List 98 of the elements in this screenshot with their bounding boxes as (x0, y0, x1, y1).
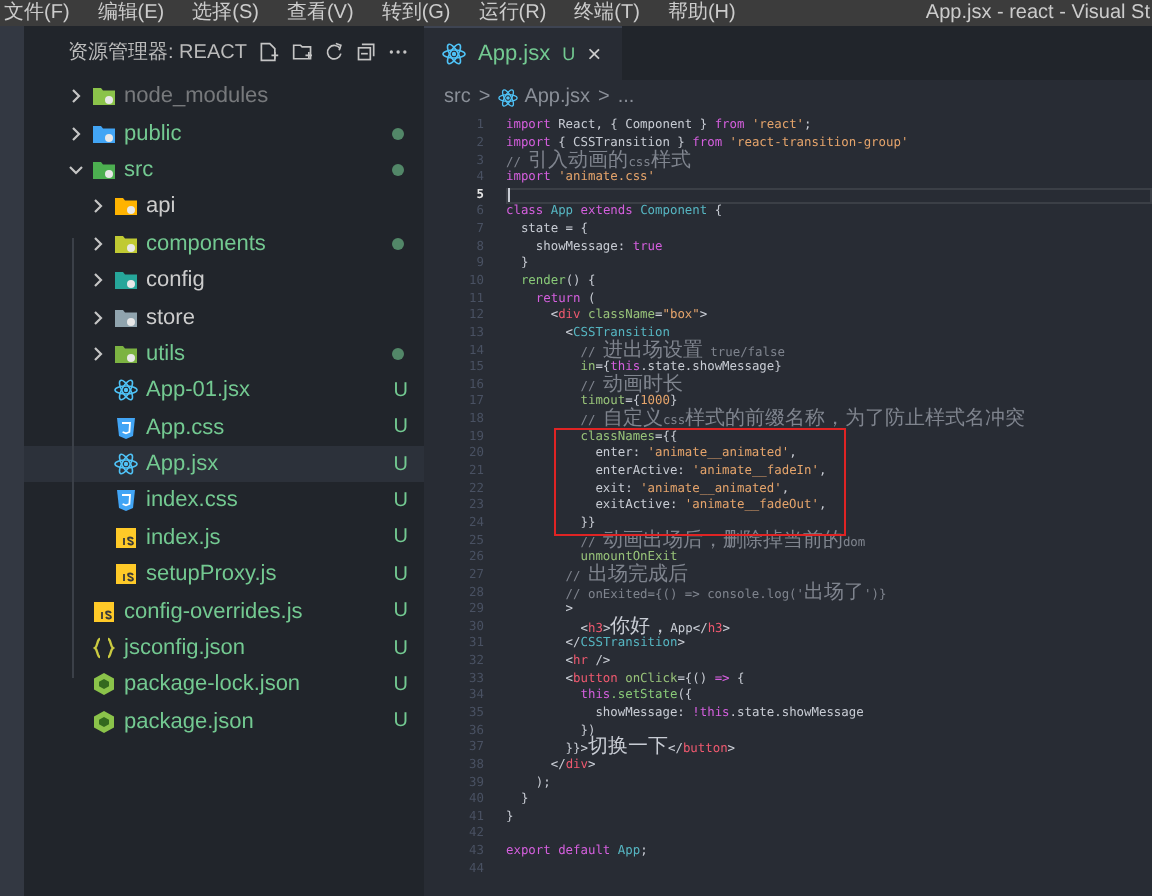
menu-item[interactable]: 帮助(H) (667, 1, 736, 25)
git-status: U (393, 600, 408, 623)
chevron-icon[interactable] (68, 88, 84, 105)
file-tree-item[interactable]: App.jsx U (24, 445, 424, 483)
explorer-title: 资源管理器: REACT (68, 40, 247, 66)
file-tree-item[interactable]: public (24, 114, 424, 152)
file-tree-item[interactable]: index.css U (24, 482, 424, 520)
chevron-icon[interactable] (90, 198, 106, 215)
file-name: index.js (146, 525, 221, 550)
file-tree-item[interactable]: config (24, 261, 424, 299)
git-status: U (393, 673, 408, 696)
refresh-icon[interactable] (323, 40, 344, 64)
git-status: U (393, 489, 408, 512)
file-name: node_modules (124, 84, 269, 109)
new-folder-icon[interactable] (291, 40, 312, 64)
chevron-icon[interactable] (90, 309, 106, 326)
file-tree-item[interactable]: src (24, 151, 424, 189)
git-status: U (393, 453, 408, 476)
file-tree-item[interactable]: jsconfig.json U (24, 629, 424, 667)
file-tree-item[interactable]: utils (24, 335, 424, 373)
folder-icon (114, 194, 138, 219)
hexagon-icon (92, 709, 116, 734)
file-tree-item[interactable]: App.css U (24, 409, 424, 446)
file-tree-item[interactable]: config-overrides.js U (24, 592, 424, 630)
git-status: U (562, 44, 576, 64)
git-status: U (393, 416, 408, 439)
file-name: utils (146, 341, 186, 366)
file-name: components (146, 231, 266, 256)
breadcrumb[interactable]: src (444, 86, 471, 108)
file-tree-item[interactable]: App-01.jsx U (24, 372, 424, 410)
file-name: package.json (124, 709, 254, 734)
menu-item[interactable]: 运行(R) (478, 1, 547, 25)
chevron-icon[interactable] (90, 272, 106, 289)
folder-icon (114, 231, 138, 256)
file-tree-item[interactable]: node_modules (24, 78, 424, 115)
file-name: store (146, 305, 195, 330)
file-name: jsconfig.json (124, 636, 246, 661)
braces-icon (92, 636, 116, 661)
file-tree-item[interactable]: index.js U (24, 519, 424, 557)
file-name: package-lock.json (124, 672, 301, 697)
file-tree-item[interactable]: package-lock.json U (24, 666, 424, 704)
file-icon (92, 599, 116, 624)
git-status: U (393, 526, 408, 549)
file-tree-item[interactable]: store (24, 298, 424, 336)
chevron-icon[interactable] (68, 125, 84, 142)
breadcrumb[interactable]: ... (617, 86, 635, 108)
breadcrumb[interactable]: App.jsx (524, 86, 590, 108)
menu-item[interactable]: 终端(T) (574, 1, 640, 25)
file-tree-item[interactable]: api (24, 188, 424, 226)
collapse-all-icon[interactable] (355, 40, 376, 64)
folder-icon (92, 84, 116, 109)
file-tree-item[interactable]: package.json U (24, 703, 424, 741)
menu-item[interactable]: 选择(S) (192, 1, 259, 25)
breadcrumb-separator: > (597, 86, 610, 108)
git-status: U (393, 710, 408, 733)
folder-icon (92, 157, 116, 182)
folder-icon (114, 341, 138, 366)
chevron-icon[interactable] (68, 161, 84, 178)
file-icon (114, 562, 138, 587)
shield-icon (114, 488, 138, 513)
hexagon-icon (92, 672, 116, 697)
menu-item[interactable]: 转到(G) (381, 1, 451, 25)
file-name: api (146, 194, 176, 219)
chevron-icon[interactable] (90, 345, 106, 362)
atom-icon (442, 42, 466, 66)
file-tree-item[interactable]: setupProxy.js U (24, 556, 424, 593)
new-file-icon[interactable] (258, 40, 280, 64)
close-button[interactable]: × (587, 40, 602, 68)
file-name: App.css (146, 415, 225, 440)
editor-tab[interactable]: App.jsx U × (424, 26, 622, 80)
menu-item[interactable]: 编辑(E) (97, 1, 165, 25)
file-name: setupProxy.js (146, 562, 277, 587)
file-name: src (124, 157, 154, 182)
git-status: U (393, 379, 408, 402)
window-title: App.jsx - react - Visual St (925, 1, 1150, 25)
file-name: public (124, 121, 182, 146)
atom-icon (114, 378, 138, 403)
folder-icon (92, 121, 116, 146)
menu-item[interactable]: 文件(F) (4, 1, 70, 25)
file-name: config-overrides.js (124, 599, 303, 624)
folder-icon (114, 268, 138, 293)
git-status: U (393, 563, 408, 586)
file-tree-item[interactable]: components (24, 225, 424, 262)
folder-icon (114, 305, 138, 330)
text-cursor (508, 188, 510, 203)
menu-item[interactable]: 查看(V) (286, 1, 354, 25)
atom-icon (498, 87, 519, 107)
file-name: index.css (146, 488, 238, 513)
file-name: App-01.jsx (146, 378, 250, 403)
atom-icon (114, 452, 138, 477)
file-name: config (146, 268, 205, 293)
chevron-icon[interactable] (90, 235, 106, 252)
tab-label: App.jsx (478, 42, 551, 66)
file-icon (114, 525, 138, 550)
shield-icon (114, 415, 138, 440)
breadcrumb-separator: > (478, 86, 491, 108)
git-status: U (393, 637, 408, 660)
file-name: App.jsx (146, 452, 219, 477)
